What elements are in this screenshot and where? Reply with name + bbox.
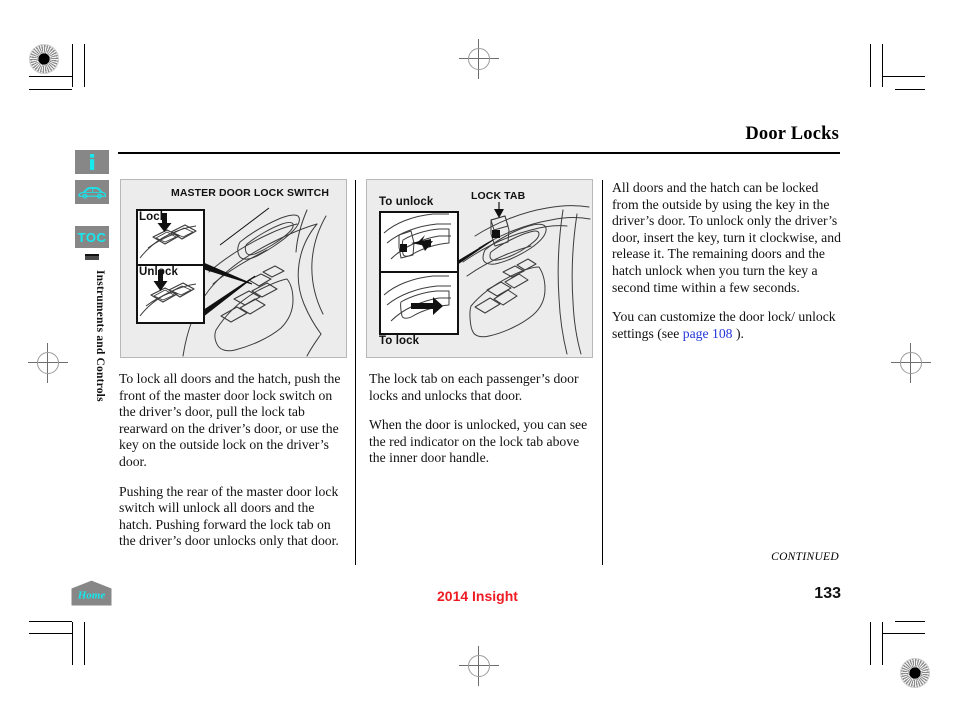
svg-text:Home: Home [77, 590, 106, 602]
crop-mark-br-v [882, 622, 883, 665]
toc-label: TOC [77, 229, 107, 245]
column-divider-2 [602, 180, 603, 565]
left-paragraph-1: To lock all doors and the hatch, push th… [119, 371, 341, 469]
inset-lock-label: Lock [139, 211, 167, 223]
crop-mark-br-h2 [895, 621, 925, 622]
registration-crosshair-right [891, 343, 931, 383]
registration-target-top-left [29, 44, 59, 74]
crop-mark-bl-h2 [29, 621, 72, 622]
crop-mark-tr-h [882, 76, 925, 77]
figure-lock-tab: To unlock To lock LOCK TAB [366, 179, 593, 358]
page-title: Door Locks [745, 124, 839, 144]
registration-target-bottom-right [900, 658, 930, 688]
manual-page: TOC Instruments and Controls Home Home D… [0, 0, 954, 710]
crop-mark-br-v2 [870, 622, 871, 665]
right-paragraph-2: You can customize the door lock/ unlock … [612, 309, 844, 342]
middle-paragraph-1: The lock tab on each passenger’s door lo… [369, 371, 579, 403]
vehicle-icon [77, 185, 107, 199]
inset-to-unlock-label: To unlock [379, 196, 434, 208]
toc-button[interactable]: TOC [75, 226, 109, 248]
inset-to-lock [379, 271, 459, 335]
crop-mark-tl-h2 [29, 89, 72, 90]
page-number: 133 [814, 585, 841, 602]
info-icon [87, 154, 97, 170]
middle-column-text: The lock tab on each passenger’s door lo… [369, 371, 595, 480]
vehicle-button[interactable] [75, 180, 109, 204]
registration-crosshair-bottom [459, 646, 499, 686]
crop-mark-bl-h [29, 633, 72, 634]
crop-mark-tl-v2 [84, 44, 85, 87]
info-button[interactable] [75, 150, 109, 174]
column-divider-1 [355, 180, 356, 565]
model-year-label: 2014 Insight [437, 588, 518, 604]
registration-crosshair-top [459, 39, 499, 79]
middle-paragraph-2: When the door is unlocked, you can see t… [369, 417, 588, 466]
crop-mark-tr-v [882, 44, 883, 87]
figure-1-caption: MASTER DOOR LOCK SWITCH [171, 187, 330, 199]
crop-mark-bl-v2 [84, 622, 85, 665]
toc-tab-base [85, 254, 99, 260]
title-rule [118, 152, 840, 154]
section-label: Instruments and Controls [94, 270, 106, 402]
left-column-text: To lock all doors and the hatch, push th… [119, 371, 350, 563]
crop-mark-tl-v [72, 44, 73, 87]
figure-2-caption: LOCK TAB [471, 190, 526, 202]
crop-mark-tr-h2 [895, 89, 925, 90]
right-column-text: All doors and the hatch can be locked fr… [612, 180, 844, 355]
inset-to-unlock [379, 211, 459, 275]
page-108-link[interactable]: page 108 [683, 326, 733, 341]
crop-mark-tl-h [29, 76, 72, 77]
right-paragraph-1: All doors and the hatch can be locked fr… [612, 180, 841, 295]
inset-to-lock-label: To lock [379, 335, 420, 347]
home-button[interactable]: Home [71, 580, 112, 606]
crop-mark-br-h [882, 633, 925, 634]
crop-mark-bl-v [72, 622, 73, 665]
right-paragraph-2-tail: ). [732, 325, 744, 341]
registration-crosshair-left [28, 343, 68, 383]
figure-master-door-lock-switch: Lock Unlock MASTER DOOR LOCK SWITCH [120, 179, 347, 358]
continued-label: CONTINUED [771, 551, 839, 563]
left-paragraph-2: Pushing the rear of the master door lock… [119, 483, 339, 549]
inset-unlock-label: Unlock [139, 266, 178, 278]
crop-mark-tr-v2 [870, 44, 871, 87]
side-nav-rail: TOC [75, 150, 109, 248]
